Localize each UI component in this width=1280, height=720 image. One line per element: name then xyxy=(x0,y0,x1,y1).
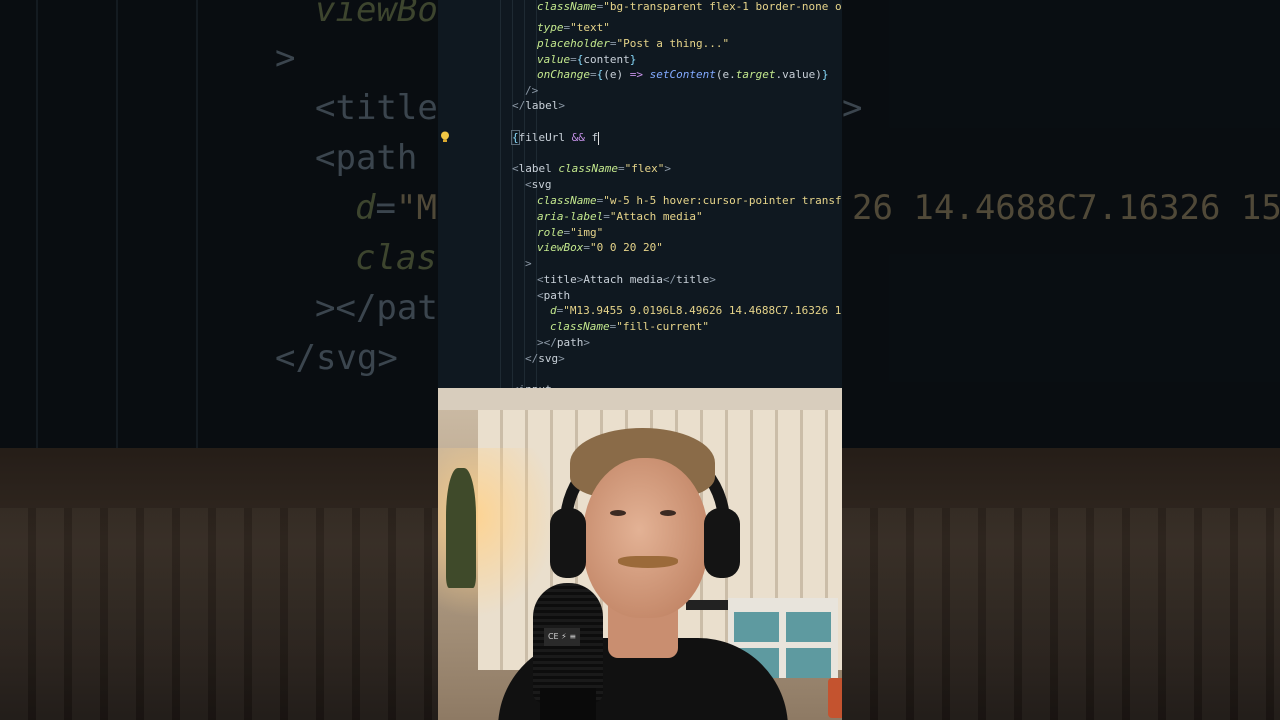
code-token: => xyxy=(629,68,643,81)
code-token: </ xyxy=(525,352,539,365)
code-token: = xyxy=(589,68,597,81)
code-line[interactable]: </label> xyxy=(512,98,565,114)
code-line[interactable]: ></path> xyxy=(537,335,590,351)
code-token: </ xyxy=(512,99,526,112)
code-token: "flex" xyxy=(624,162,665,175)
code-token: { xyxy=(511,130,520,145)
code-token: "Attach media" xyxy=(609,210,703,223)
code-line[interactable]: <label className="flex"> xyxy=(512,161,671,177)
code-token: viewBox xyxy=(537,241,584,254)
code-token: > xyxy=(558,352,565,365)
code-token: </ xyxy=(662,273,677,286)
code-token: svg xyxy=(531,178,552,191)
code-line[interactable]: <path xyxy=(537,288,570,304)
code-token: < xyxy=(537,273,544,286)
code-token: < xyxy=(525,178,532,191)
code-line[interactable]: role="img" xyxy=(537,225,603,241)
code-token: > xyxy=(525,257,532,270)
code-line[interactable]: type="text" xyxy=(537,20,610,36)
code-token: title xyxy=(676,273,710,286)
code-token: "fill-current" xyxy=(616,320,709,333)
code-token: label xyxy=(518,162,559,175)
code-line[interactable]: d="M13.9455 9.0196L8.49626 14.4688C7.163… xyxy=(550,303,842,319)
code-token: = xyxy=(617,162,625,175)
code-token: && xyxy=(571,131,585,144)
code-line[interactable]: /> xyxy=(525,83,538,99)
code-token: className xyxy=(537,0,597,13)
code-line[interactable]: placeholder="Post a thing..." xyxy=(537,36,729,52)
code-token: "text" xyxy=(570,21,610,34)
code-token: placeholder xyxy=(537,37,610,50)
microphone-label: CE ⚡ ≡ xyxy=(544,628,580,646)
code-token: Attach media xyxy=(583,273,663,286)
code-line[interactable]: className="w-5 h-5 hover:cursor-pointer … xyxy=(537,193,842,209)
code-token: /> xyxy=(525,84,539,97)
code-line[interactable]: <svg xyxy=(525,177,552,193)
code-line[interactable]: </svg> xyxy=(525,351,565,367)
code-token: label xyxy=(525,99,559,112)
background-left: viewBo > <title <path d="M clas ></pat <… xyxy=(0,0,438,720)
code-token: "w-5 h-5 hover:cursor-pointer transfor xyxy=(603,194,842,207)
code-token: > xyxy=(709,273,716,286)
code-token: "0 0 20 20" xyxy=(589,241,663,254)
code-line[interactable]: onChange={(e) => setContent(e.target.val… xyxy=(537,67,828,83)
code-token: = xyxy=(603,210,610,223)
code-token: > xyxy=(558,99,565,112)
webcam-feed: CE ⚡ ≡ xyxy=(438,388,842,720)
code-token: (e. xyxy=(715,68,736,81)
lightbulb-icon[interactable] xyxy=(440,131,450,143)
code-token: className xyxy=(550,320,610,333)
code-token: title xyxy=(543,273,577,286)
code-token: content xyxy=(583,53,630,66)
code-token: fileUrl xyxy=(518,131,572,144)
code-token: "bg-transparent flex-1 border-none out xyxy=(603,0,842,13)
center-panel: className="bg-transparent flex-1 border-… xyxy=(438,0,842,720)
code-token: path xyxy=(556,336,584,349)
code-token: = xyxy=(583,241,590,254)
code-token: aria-label xyxy=(537,210,604,223)
code-token: className xyxy=(558,162,618,175)
code-token: (e) xyxy=(603,68,630,81)
background-right: > 26 14.4688C7.16326 15.8 xyxy=(842,0,1280,720)
code-token: type xyxy=(537,21,564,34)
code-line[interactable]: viewBox="0 0 20 20" xyxy=(537,240,663,256)
person-face xyxy=(583,458,708,618)
code-token: d xyxy=(550,304,557,317)
code-line[interactable]: <title>Attach media</title> xyxy=(537,272,716,288)
code-token: < xyxy=(537,289,544,302)
code-token: className xyxy=(537,194,597,207)
code-token: = xyxy=(570,53,577,66)
code-token: "img" xyxy=(570,226,604,239)
code-token: > xyxy=(583,336,590,349)
code-line[interactable]: {fileUrl && f xyxy=(511,130,600,146)
code-line[interactable]: className="bg-transparent flex-1 border-… xyxy=(537,0,842,15)
code-token: target xyxy=(735,68,776,81)
code-token: } xyxy=(629,53,637,66)
code-token: f xyxy=(584,131,599,144)
code-token: svg xyxy=(538,352,559,365)
text-caret xyxy=(598,131,600,145)
code-token: "Post a thing..." xyxy=(616,37,730,50)
code-token: path xyxy=(543,289,571,302)
code-token: "M13.9455 9.0196L8.49626 14.4688C7.16326… xyxy=(563,304,842,317)
code-token: > xyxy=(664,162,671,175)
code-line[interactable]: aria-label="Attach media" xyxy=(537,209,703,225)
code-token: role xyxy=(537,226,564,239)
code-line[interactable]: > xyxy=(525,256,532,272)
code-token: } xyxy=(821,68,829,81)
code-line[interactable]: className="fill-current" xyxy=(550,319,709,335)
code-token: ></ xyxy=(537,336,557,349)
code-token: setContent xyxy=(649,68,716,81)
code-token: < xyxy=(512,162,519,175)
code-editor[interactable]: className="bg-transparent flex-1 border-… xyxy=(438,0,842,388)
code-token: value xyxy=(537,53,571,66)
code-line[interactable]: value={content} xyxy=(537,52,636,68)
code-token: .value) xyxy=(775,68,822,81)
code-token: onChange xyxy=(537,68,590,81)
